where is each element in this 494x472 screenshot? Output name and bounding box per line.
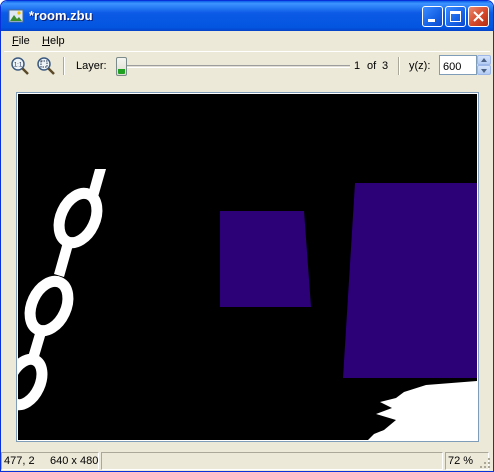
menu-help[interactable]: Help xyxy=(42,35,65,47)
toolbar-separator xyxy=(63,57,65,75)
layer-total: 3 xyxy=(382,60,389,72)
zoom-actual-size-icon[interactable]: 1:1 xyxy=(10,56,30,76)
status-bar: 477, 2 640 x 480 72 % xyxy=(1,451,493,471)
layer-slider-track[interactable] xyxy=(122,65,350,68)
app-window: *room.zbu File Help 1:1 Layer: 1 of 3 y(… xyxy=(0,0,494,472)
toolbar-separator xyxy=(398,57,400,75)
resize-grip-icon[interactable] xyxy=(479,457,491,469)
layer-slider-thumb[interactable] xyxy=(116,57,127,76)
menu-file[interactable]: File xyxy=(12,35,30,47)
image-viewport[interactable] xyxy=(16,92,479,442)
maximize-icon xyxy=(450,11,461,22)
close-button[interactable] xyxy=(468,6,489,27)
scene-image xyxy=(18,94,477,440)
maximize-button[interactable] xyxy=(445,6,466,27)
toolbar: 1:1 Layer: 1 of 3 y(z): xyxy=(4,51,491,79)
spin-up-button[interactable] xyxy=(477,55,491,65)
layer-of: of xyxy=(367,60,377,72)
title-bar[interactable]: *room.zbu xyxy=(1,1,493,31)
window-title: *room.zbu xyxy=(29,8,93,23)
status-zoom: 72 % xyxy=(448,455,474,467)
zoom-fit-icon[interactable] xyxy=(36,56,56,76)
minimize-icon xyxy=(428,19,435,22)
layer-label: Layer: xyxy=(76,60,107,72)
yz-spinner xyxy=(477,55,491,75)
image-canvas[interactable] xyxy=(18,94,477,440)
layer-current: 1 xyxy=(354,60,361,72)
svg-text:1:1: 1:1 xyxy=(14,63,23,69)
minimize-button[interactable] xyxy=(422,6,443,27)
menu-bar: File Help xyxy=(4,31,490,51)
app-icon xyxy=(8,9,24,23)
close-icon xyxy=(473,11,484,22)
status-dimensions: 640 x 480 xyxy=(50,455,99,467)
status-pane-middle xyxy=(101,452,443,470)
yz-input[interactable] xyxy=(439,55,477,75)
spin-down-button[interactable] xyxy=(477,65,491,75)
yz-label: y(z): xyxy=(409,60,431,72)
status-coords: 477, 2 xyxy=(4,455,35,467)
